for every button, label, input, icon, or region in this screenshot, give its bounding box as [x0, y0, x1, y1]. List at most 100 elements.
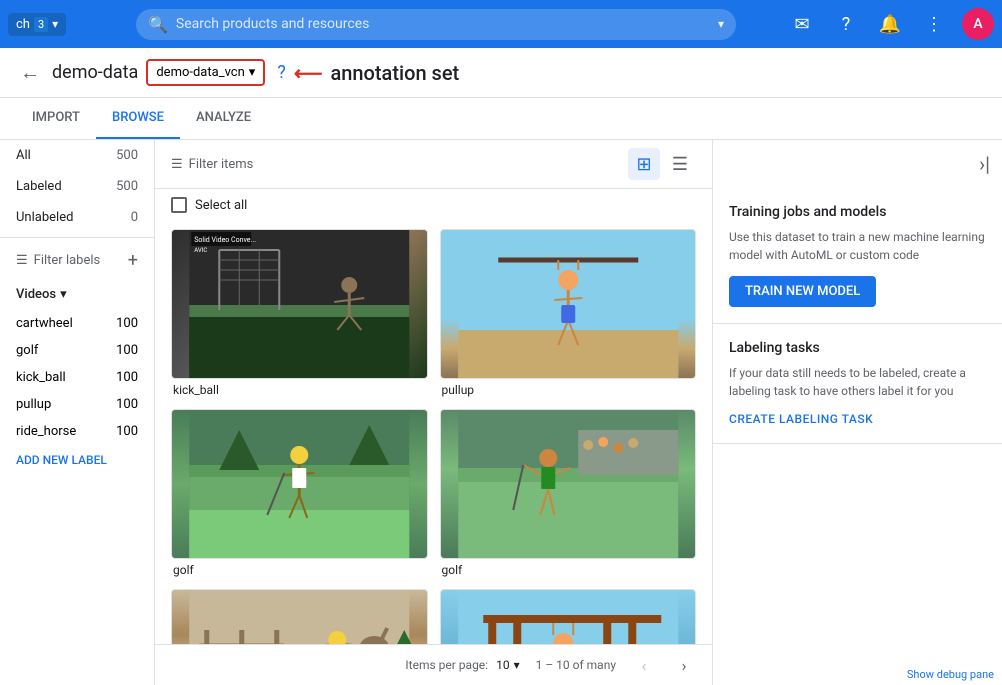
page-range: 1 – 10 of many [536, 658, 616, 672]
back-button[interactable]: ← [16, 56, 44, 89]
top-nav: ch 3 ▾ 🔍 ▾ ✉ ? 🔔 ⋮ A [0, 0, 1002, 48]
add-filter-icon[interactable]: + [128, 250, 138, 271]
golf1-label: golf [171, 563, 428, 577]
items-per-page-label: Items per page: [405, 658, 488, 672]
filter-labels-row: ☰ Filter labels + [0, 242, 154, 279]
label-count: 100 [116, 424, 138, 439]
label-item-pullup[interactable]: pullup 100 [0, 391, 154, 418]
annotation-help-icon[interactable]: ? [277, 62, 286, 83]
annotation-dropdown-value: demo-data_vcn [156, 65, 244, 80]
labeling-desc: If your data still needs to be labeled, … [729, 364, 986, 400]
unlabeled-count: 0 [131, 210, 138, 225]
pagination-bar: Items per page: 10 ▾ 1 – 10 of many ‹ › [155, 644, 712, 685]
thumb-kick-ball: Solid Video Conve... AVIC [171, 229, 428, 379]
sidebar-item-labeled[interactable]: Labeled 500 [0, 171, 154, 202]
grid-item-kick-ball[interactable]: Solid Video Conve... AVIC kick_ball [171, 229, 428, 397]
label-name: pullup [16, 397, 51, 412]
label-item-cartwheel[interactable]: cartwheel 100 [0, 310, 154, 337]
avatar[interactable]: A [962, 8, 994, 40]
filter-items-label: Filter items [189, 157, 254, 172]
filter-items-button[interactable]: ☰ Filter items [171, 157, 253, 172]
panel-toggle: ›| [713, 140, 1002, 188]
label-name: kick_ball [16, 370, 66, 385]
chevron-down-icon[interactable]: ▾ [52, 17, 58, 31]
thumb-ride-horse [171, 589, 428, 644]
annotation-dropdown[interactable]: demo-data_vcn ▾ [146, 59, 265, 86]
nav-icons: ✉ ? 🔔 ⋮ A [786, 8, 994, 40]
training-title: Training jobs and models [729, 204, 986, 220]
content-area: ☰ Filter items ⊞ ☰ Select all [155, 140, 712, 685]
filter-labels-text: Filter labels [34, 253, 101, 268]
filter-icon: ☰ [16, 253, 28, 268]
sidebar-divider-1 [0, 237, 154, 238]
golf2-label: golf [440, 563, 697, 577]
help-icon[interactable]: ? [830, 8, 862, 40]
next-page-button[interactable]: › [672, 653, 696, 677]
all-label: All [16, 148, 31, 163]
label-item-ride-horse[interactable]: ride_horse 100 [0, 418, 154, 445]
labeling-title: Labeling tasks [729, 340, 986, 356]
label-count: 100 [116, 370, 138, 385]
grid-item-golf2[interactable]: golf [440, 409, 697, 577]
sidebar-item-unlabeled[interactable]: Unlabeled 0 [0, 202, 154, 233]
prev-page-button[interactable]: ‹ [632, 653, 656, 677]
labeled-count: 500 [116, 179, 138, 194]
grid-item-pullup1[interactable]: pullup [440, 229, 697, 397]
grid-item-pullup2[interactable]: pullup [440, 589, 697, 644]
svg-text:Solid Video Conve...: Solid Video Conve... [194, 236, 256, 244]
sidebar-item-all[interactable]: All 500 [0, 140, 154, 171]
labeling-section: Labeling tasks If your data still needs … [713, 324, 1002, 444]
tab-import[interactable]: IMPORT [16, 98, 96, 139]
label-count: 100 [116, 343, 138, 358]
search-icon: 🔍 [148, 15, 168, 34]
dropdown-chevron-icon: ▾ [249, 65, 256, 80]
labeled-label: Labeled [16, 179, 62, 194]
training-section: Training jobs and models Use this datase… [713, 188, 1002, 324]
create-labeling-task-button[interactable]: CREATE LABELING TASK [729, 412, 873, 426]
per-page-select[interactable]: 10 ▾ [496, 658, 520, 672]
tab-analyze[interactable]: ANALYZE [180, 98, 267, 139]
all-count: 500 [116, 148, 138, 163]
search-input[interactable] [176, 16, 476, 32]
tab-browse[interactable]: BROWSE [96, 98, 180, 139]
more-icon[interactable]: ⋮ [918, 8, 950, 40]
sidebar: All 500 Labeled 500 Unlabeled 0 ☰ Filter… [0, 140, 155, 685]
notifications-icon[interactable]: 🔔 [874, 8, 906, 40]
label-count: 100 [116, 316, 138, 331]
debug-footer[interactable]: Show debug pane [899, 664, 1002, 685]
videos-chevron-icon: ▾ [60, 287, 67, 302]
filter-labels-btn[interactable]: ☰ Filter labels [16, 253, 100, 268]
videos-section[interactable]: Videos ▾ [0, 279, 154, 310]
app-name[interactable]: ch 3 ▾ [8, 13, 66, 36]
grid-item-golf1[interactable]: golf [171, 409, 428, 577]
view-icons: ⊞ ☰ [628, 148, 696, 180]
search-dropdown-icon[interactable]: ▾ [718, 17, 724, 31]
label-item-golf[interactable]: golf 100 [0, 337, 154, 364]
label-item-kick-ball[interactable]: kick_ball 100 [0, 364, 154, 391]
grid-view-button[interactable]: ⊞ [628, 148, 660, 180]
select-all-row: Select all [155, 189, 712, 221]
items-grid: Solid Video Conve... AVIC kick_ball [155, 221, 712, 644]
select-all-checkbox[interactable] [171, 197, 187, 213]
thumb-pullup1 [440, 229, 697, 379]
panel-toggle-button[interactable]: ›| [975, 148, 994, 180]
search-bar[interactable]: 🔍 ▾ [136, 9, 736, 40]
sub-header: ← demo-data demo-data_vcn ▾ ? ⟵ annotati… [0, 48, 1002, 98]
grid-item-ride-horse[interactable]: ride_horse [171, 589, 428, 644]
unlabeled-label: Unlabeled [16, 210, 73, 225]
items-per-page: Items per page: 10 ▾ [405, 658, 519, 672]
kick-ball-label: kick_ball [171, 383, 428, 397]
page-title: demo-data [52, 62, 138, 83]
label-count: 100 [116, 397, 138, 412]
main-content: All 500 Labeled 500 Unlabeled 0 ☰ Filter… [0, 140, 1002, 685]
train-new-model-button[interactable]: TRAIN NEW MODEL [729, 276, 876, 307]
add-new-label-button[interactable]: ADD NEW LABEL [0, 445, 154, 475]
per-page-chevron-icon: ▾ [514, 658, 520, 672]
email-icon[interactable]: ✉ [786, 8, 818, 40]
per-page-value: 10 [496, 658, 510, 672]
list-view-button[interactable]: ☰ [664, 148, 696, 180]
grid-layout: Solid Video Conve... AVIC kick_ball [171, 229, 696, 644]
content-toolbar: ☰ Filter items ⊞ ☰ [155, 140, 712, 189]
pullup1-label: pullup [440, 383, 697, 397]
page-container: ← demo-data demo-data_vcn ▾ ? ⟵ annotati… [0, 48, 1002, 685]
